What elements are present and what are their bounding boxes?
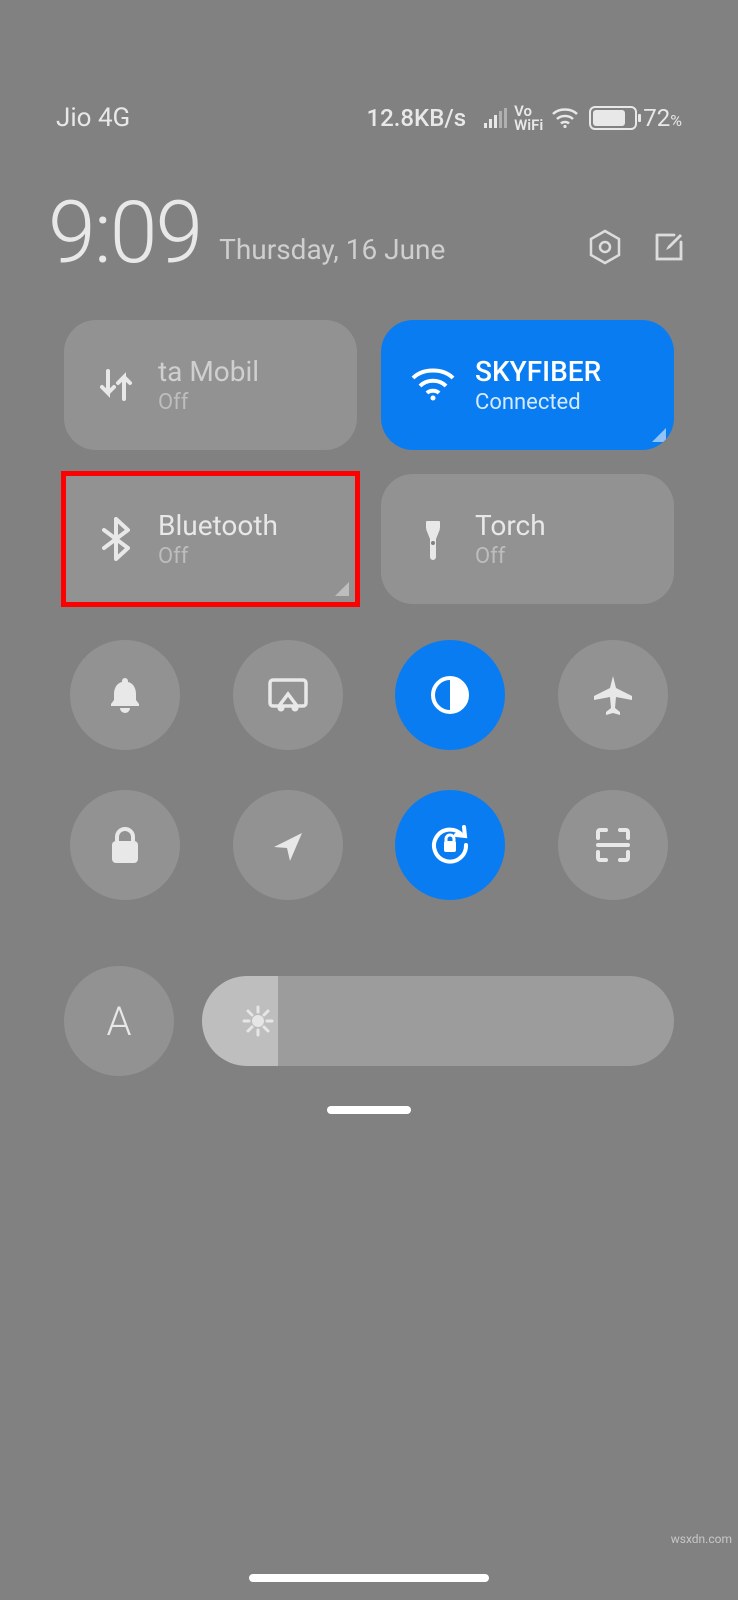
wifi-icon (405, 367, 461, 403)
screenshot-toggle[interactable] (233, 640, 343, 750)
bluetooth-tile[interactable]: Bluetooth Off (64, 474, 357, 604)
location-toggle[interactable] (233, 790, 343, 900)
mobile-data-title: ta Mobil (158, 355, 259, 388)
wifi-labels: SKYFIBER Connected (475, 355, 601, 415)
gesture-nav-bar[interactable] (249, 1574, 489, 1582)
battery-icon (589, 106, 637, 130)
mobile-data-icon (88, 365, 144, 405)
rotation-lock-icon (426, 821, 474, 869)
carrier-label: Jio 4G (56, 103, 130, 133)
network-speed: 12.8KB/s (366, 104, 466, 132)
scissors-screen-icon (266, 676, 310, 714)
lock-icon (108, 825, 142, 865)
bluetooth-icon (88, 517, 144, 561)
bluetooth-sub: Off (158, 544, 278, 569)
wifi-status-icon (551, 107, 579, 129)
torch-tile[interactable]: Torch Off (381, 474, 674, 604)
clock-time: 9:09 (48, 190, 201, 276)
battery-percent: 72% (643, 104, 682, 132)
panel-drag-handle[interactable] (327, 1106, 411, 1114)
bluetooth-labels: Bluetooth Off (158, 509, 278, 569)
scanner-toggle[interactable] (558, 790, 668, 900)
location-arrow-icon (268, 825, 308, 865)
bluetooth-title: Bluetooth (158, 509, 278, 542)
contrast-icon (427, 672, 473, 718)
signal-icon (484, 108, 508, 128)
vowifi-bottom: WiFi (514, 116, 543, 134)
status-bar: Jio 4G 12.8KB/s Vo WiFi 72% (0, 98, 738, 138)
mute-toggle[interactable] (70, 640, 180, 750)
wifi-sub: Connected (475, 390, 601, 415)
battery-percent-sign: % (670, 111, 682, 130)
torch-labels: Torch Off (475, 509, 546, 569)
auto-brightness-toggle[interactable]: A (64, 966, 174, 1076)
quicksettings-round-grid (64, 640, 674, 900)
brightness-icon (242, 1005, 274, 1037)
wifi-tile[interactable]: SKYFIBER Connected (381, 320, 674, 450)
brightness-slider[interactable] (202, 976, 674, 1066)
mobile-data-labels: ta Mobil Off (158, 355, 259, 415)
watermark: wsxdn.com (671, 1532, 732, 1546)
battery-fill (593, 110, 625, 126)
clock-date: Thursday, 16 June (219, 233, 445, 266)
quicksettings-tile-grid: ta Mobil Off SKYFIBER Connected Bluetoot (64, 320, 674, 604)
torch-sub: Off (475, 544, 546, 569)
bluetooth-expand-corner-icon[interactable] (335, 582, 349, 596)
brightness-row: A (64, 966, 674, 1076)
torch-icon (405, 517, 461, 561)
wifi-title: SKYFIBER (475, 355, 601, 388)
wifi-expand-corner-icon[interactable] (652, 428, 666, 442)
rotation-lock-toggle[interactable] (395, 790, 505, 900)
bell-icon (105, 674, 145, 716)
clock-row: 9:09 Thursday, 16 June (48, 190, 690, 276)
torch-title: Torch (475, 509, 546, 542)
auto-brightness-label: A (107, 998, 132, 1045)
settings-button[interactable] (584, 226, 626, 268)
battery-percent-int: 72 (643, 104, 670, 132)
lock-toggle[interactable] (70, 790, 180, 900)
airplane-icon (590, 672, 636, 718)
dark-mode-toggle[interactable] (395, 640, 505, 750)
airplane-mode-toggle[interactable] (558, 640, 668, 750)
mobile-data-sub: Off (158, 390, 259, 415)
scanner-icon (592, 824, 634, 866)
vowifi-icon: Vo WiFi (514, 104, 543, 132)
edit-button[interactable] (648, 226, 690, 268)
mobile-data-tile[interactable]: ta Mobil Off (64, 320, 357, 450)
